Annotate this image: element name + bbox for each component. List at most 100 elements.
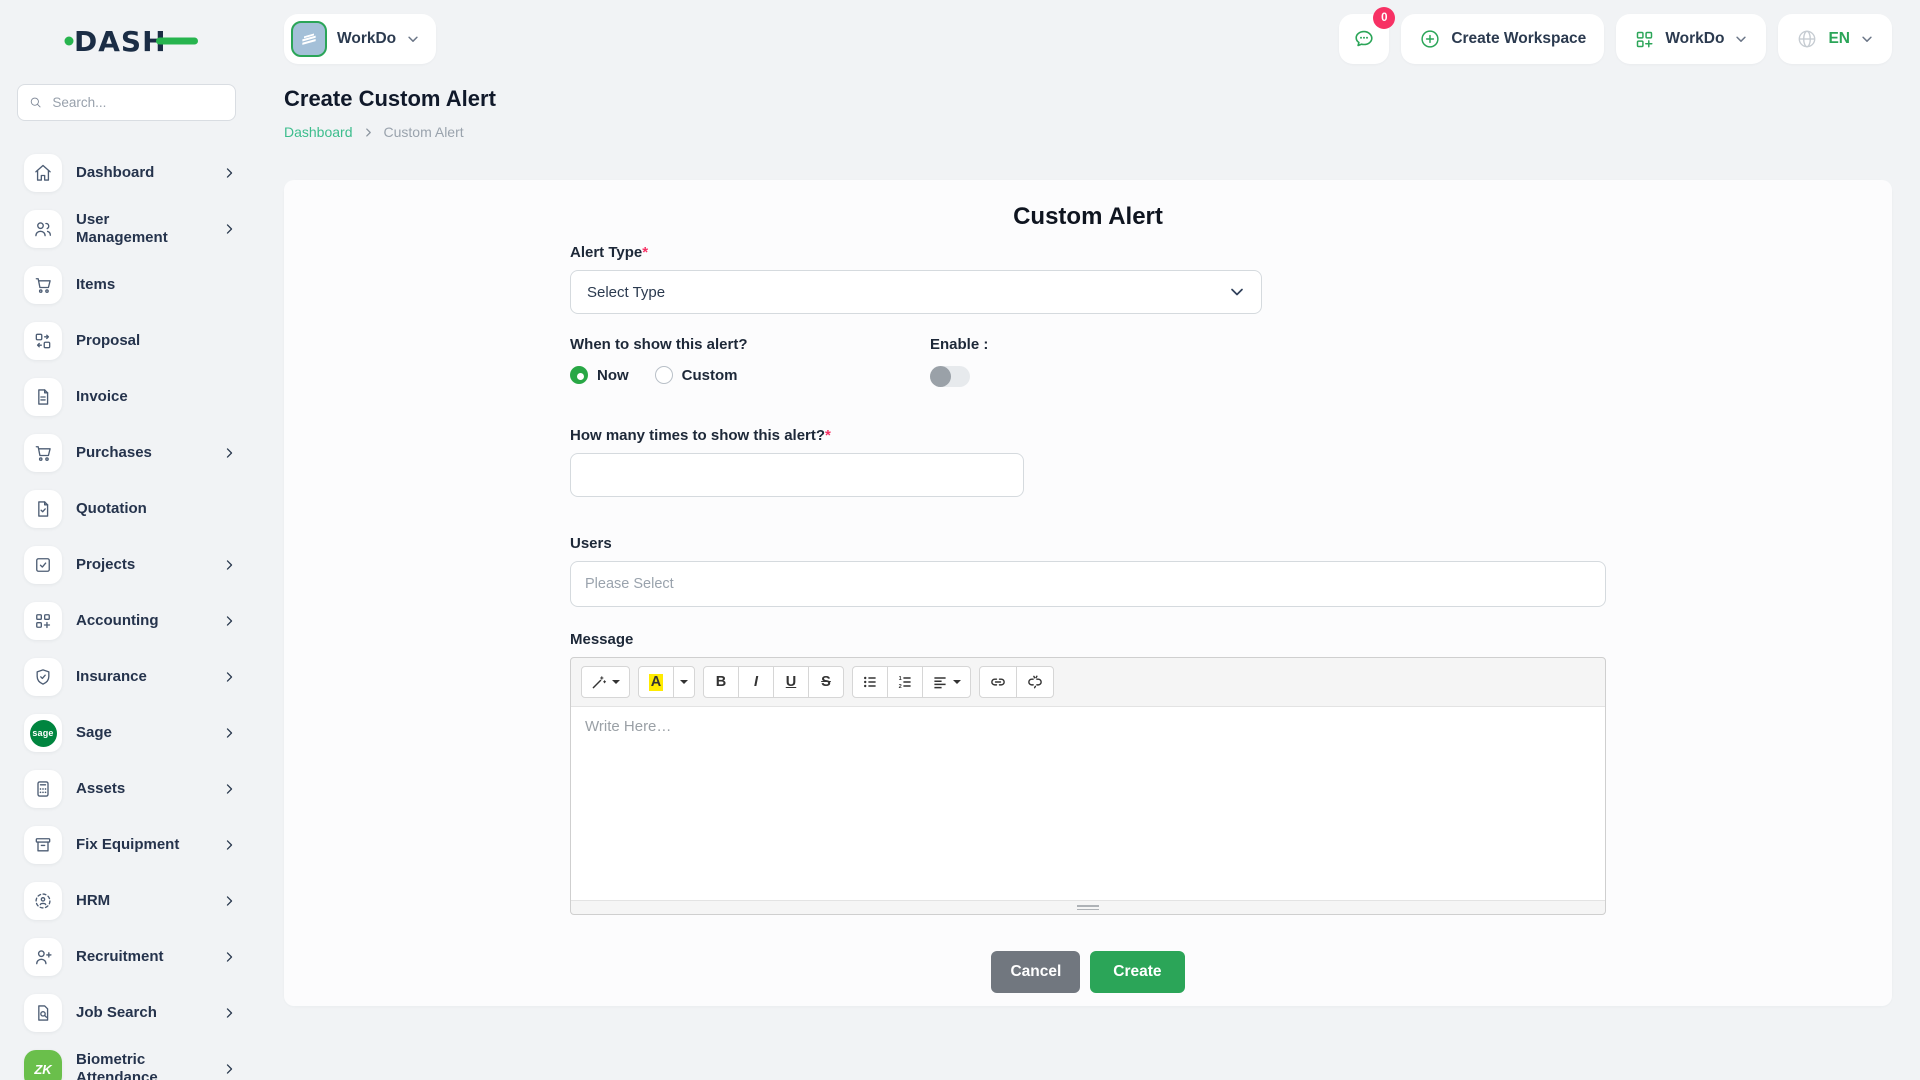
required-marker: * bbox=[642, 244, 648, 261]
chevron-right-icon bbox=[223, 839, 236, 852]
sidebar-item-label: Insurance bbox=[76, 668, 147, 686]
editor-resize-bar[interactable] bbox=[571, 901, 1605, 914]
ordered-list-button[interactable]: 1 2 bbox=[887, 666, 923, 698]
sidebar-item-sage[interactable]: sage Sage bbox=[24, 713, 238, 753]
paragraph-align-button[interactable] bbox=[922, 666, 971, 698]
sidebar-item-quotation[interactable]: Quotation bbox=[24, 489, 238, 529]
chevron-right-icon bbox=[223, 167, 236, 180]
magic-style-button[interactable] bbox=[581, 666, 630, 698]
font-color-dropdown-button[interactable] bbox=[673, 666, 695, 698]
sidebar-item-biometric-attendance[interactable]: ZK Biometric Attendance bbox=[24, 1049, 238, 1080]
dropdown-caret-icon bbox=[612, 680, 620, 684]
chevron-right-icon bbox=[223, 783, 236, 796]
sidebar-nav: Dashboard User Management Items Proposal bbox=[24, 153, 284, 1080]
message-editor-area[interactable]: Write Here… bbox=[571, 706, 1605, 901]
message-field: Message bbox=[570, 631, 1606, 915]
sidebar-item-purchases[interactable]: Purchases bbox=[24, 433, 238, 473]
page-title: Create Custom Alert bbox=[284, 86, 1892, 112]
italic-button[interactable]: I bbox=[738, 666, 774, 698]
language-label: EN bbox=[1828, 30, 1850, 48]
create-button[interactable]: Create bbox=[1090, 951, 1184, 993]
radio-now-selected-icon[interactable] bbox=[570, 366, 588, 384]
ordered-list-icon: 1 2 bbox=[897, 674, 913, 690]
chevron-right-icon bbox=[223, 447, 236, 460]
shield-check-icon bbox=[24, 658, 62, 696]
language-selector[interactable]: EN bbox=[1778, 14, 1892, 64]
workspace-selector-label: WorkDo bbox=[337, 30, 396, 48]
sidebar-item-recruitment[interactable]: Recruitment bbox=[24, 937, 238, 977]
workdo-menu-button[interactable]: WorkDo bbox=[1616, 14, 1766, 64]
sidebar-item-user-management[interactable]: User Management bbox=[24, 209, 238, 249]
chevron-right-icon bbox=[223, 895, 236, 908]
sidebar-item-hrm[interactable]: HRM bbox=[24, 881, 238, 921]
zk-logo-text: ZK bbox=[34, 1062, 51, 1077]
font-color-button[interactable]: A bbox=[638, 666, 674, 698]
chevron-right-icon bbox=[223, 671, 236, 684]
sidebar-item-job-search[interactable]: Job Search bbox=[24, 993, 238, 1033]
chevron-right-icon bbox=[223, 1007, 236, 1020]
create-workspace-label: Create Workspace bbox=[1451, 30, 1586, 48]
link-group bbox=[979, 666, 1054, 698]
bold-button[interactable]: B bbox=[703, 666, 739, 698]
bold-icon: B bbox=[716, 674, 726, 690]
when-label: When to show this alert? bbox=[570, 336, 748, 353]
sidebar-item-label: Accounting bbox=[76, 612, 159, 630]
sidebar-item-label: Invoice bbox=[76, 388, 128, 406]
font-color-group: A bbox=[638, 666, 695, 698]
cancel-button[interactable]: Cancel bbox=[991, 951, 1080, 993]
insert-link-button[interactable] bbox=[979, 666, 1017, 698]
sidebar-item-label: User Management bbox=[76, 211, 204, 247]
grid-plus-icon bbox=[1634, 29, 1655, 50]
sidebar-item-label: Sage bbox=[76, 724, 112, 742]
radio-custom-icon[interactable] bbox=[655, 366, 673, 384]
sidebar-item-insurance[interactable]: Insurance bbox=[24, 657, 238, 697]
list-group: 1 2 bbox=[852, 666, 971, 698]
app-logo[interactable]: DASH bbox=[64, 22, 284, 58]
sidebar-item-projects[interactable]: Projects bbox=[24, 545, 238, 585]
grid-plus-icon bbox=[24, 602, 62, 640]
sidebar: DASH Dashboard User Management bbox=[0, 0, 284, 1080]
workspace-selector[interactable]: WorkDo bbox=[284, 14, 436, 64]
enable-toggle[interactable] bbox=[930, 366, 970, 387]
sidebar-item-items[interactable]: Items bbox=[24, 265, 238, 305]
users-field: Users bbox=[570, 535, 1606, 607]
breadcrumb-dashboard-link[interactable]: Dashboard bbox=[284, 124, 353, 140]
cart-icon bbox=[24, 266, 62, 304]
required-marker: * bbox=[825, 427, 831, 444]
users-select-input[interactable] bbox=[570, 561, 1606, 607]
globe-icon bbox=[1796, 28, 1818, 50]
sidebar-item-label: Quotation bbox=[76, 500, 147, 518]
radio-option-now[interactable]: Now bbox=[570, 366, 629, 384]
sidebar-item-label: Fix Equipment bbox=[76, 836, 179, 854]
form-actions: Cancel Create bbox=[570, 951, 1606, 993]
sage-logo-icon: sage bbox=[24, 714, 62, 752]
sidebar-item-label: Proposal bbox=[76, 332, 140, 350]
strikethrough-button[interactable]: S bbox=[808, 666, 844, 698]
sidebar-item-fix-equipment[interactable]: Fix Equipment bbox=[24, 825, 238, 865]
messages-button[interactable]: 0 bbox=[1339, 14, 1389, 64]
chevron-right-icon bbox=[223, 727, 236, 740]
chevron-down-icon bbox=[1734, 32, 1748, 46]
editor-placeholder: Write Here… bbox=[585, 718, 671, 735]
svg-text:DASH: DASH bbox=[74, 25, 167, 58]
sidebar-item-accounting[interactable]: Accounting bbox=[24, 601, 238, 641]
breadcrumb-separator-icon bbox=[363, 127, 374, 138]
workspace-building-icon bbox=[291, 21, 327, 57]
unlink-button[interactable] bbox=[1016, 666, 1054, 698]
sidebar-item-dashboard[interactable]: Dashboard bbox=[24, 153, 238, 193]
sidebar-item-proposal[interactable]: Proposal bbox=[24, 321, 238, 361]
font-color-icon: A bbox=[649, 674, 663, 691]
radio-option-custom[interactable]: Custom bbox=[655, 366, 738, 384]
alert-type-select[interactable]: Select Type bbox=[570, 270, 1262, 314]
create-workspace-button[interactable]: Create Workspace bbox=[1401, 14, 1604, 64]
sidebar-item-assets[interactable]: Assets bbox=[24, 769, 238, 809]
sidebar-item-invoice[interactable]: Invoice bbox=[24, 377, 238, 417]
unordered-list-button[interactable] bbox=[852, 666, 888, 698]
calculator-icon bbox=[24, 770, 62, 808]
when-enable-row: When to show this alert? Now Custom Enab bbox=[570, 336, 1606, 387]
search-input[interactable] bbox=[50, 94, 224, 111]
times-input[interactable] bbox=[570, 453, 1024, 497]
search-icon bbox=[29, 95, 42, 110]
underline-button[interactable]: U bbox=[773, 666, 809, 698]
plus-circle-icon bbox=[1419, 28, 1441, 50]
